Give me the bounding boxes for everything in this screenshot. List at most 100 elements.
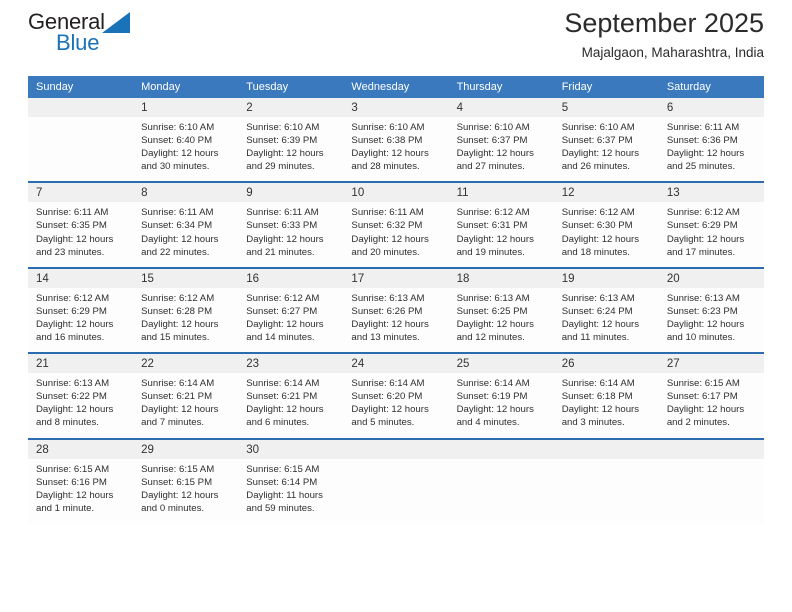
sunrise-text: Sunrise: 6:10 AM xyxy=(561,122,635,133)
daylight-text: Daylight: 12 hours and 30 minutes. xyxy=(141,148,219,173)
day-number: 12 xyxy=(553,183,659,203)
sunset-text: Sunset: 6:28 PM xyxy=(141,305,213,317)
sunrise-text: Sunrise: 6:13 AM xyxy=(561,292,635,304)
page-subtitle: Majalgaon, Maharashtra, India xyxy=(581,45,764,60)
calendar-day-cell[interactable]: 10 Sunrise: 6:11 AM Sunset: 6:32 PM Dayligh… xyxy=(343,181,449,268)
daylight-text: Daylight: 12 hours and 1 minute. xyxy=(36,489,114,514)
title-block: September 2025 Majalgaon, Maharashtra, I… xyxy=(564,6,764,64)
sunrise-text: Sunrise: 6:13 AM xyxy=(351,292,425,304)
sunset-text: Sunset: 6:25 PM xyxy=(456,305,528,317)
day-details: Sunrise: 6:13 AM Sunset: 6:24 PM Daylight:… xyxy=(554,288,659,352)
calendar-day-cell[interactable]: 29 Sunrise: 6:15 AM Sunset: 6:15 PM Dayligh… xyxy=(133,437,239,523)
daylight-text: Daylight: 12 hours and 23 minutes. xyxy=(36,233,114,258)
calendar-week-row: 28 Sunrise: 6:15 AM Sunset: 6:16 PM Dayligh… xyxy=(28,437,764,523)
calendar-day-cell[interactable]: 13 Sunrise: 6:12 AM Sunset: 6:29 PM Dayligh… xyxy=(658,181,764,268)
daylight-text: Daylight: 12 hours and 28 minutes. xyxy=(351,148,429,173)
calendar-body: 1 Sunrise: 6:10 AM Sunset: 6:40 PM Daylight… xyxy=(28,98,764,523)
day-number: 5 xyxy=(553,98,659,117)
sunset-text: Sunset: 6:38 PM xyxy=(351,135,423,147)
calendar-day-cell[interactable]: 26 Sunrise: 6:14 AM Sunset: 6:18 PM Dayligh… xyxy=(553,352,659,439)
calendar-day-cell[interactable]: 17 Sunrise: 6:13 AM Sunset: 6:26 PM Dayligh… xyxy=(343,266,449,354)
sunrise-text: Sunrise: 6:14 AM xyxy=(246,378,320,390)
calendar-day-cell[interactable]: 21 Sunrise: 6:13 AM Sunset: 6:22 PM Dayligh… xyxy=(28,352,134,439)
calendar-day-cell[interactable]: 8 Sunrise: 6:11 AM Sunset: 6:34 PM Daylight… xyxy=(133,181,239,268)
day-details: Sunrise: 6:14 AM Sunset: 6:20 PM Daylight:… xyxy=(343,373,448,437)
day-number: 6 xyxy=(658,98,764,117)
day-number: 25 xyxy=(448,354,554,374)
day-details: Sunrise: 6:14 AM Sunset: 6:21 PM Daylight:… xyxy=(238,373,343,437)
calendar-day-cell[interactable]: 14 Sunrise: 6:12 AM Sunset: 6:29 PM Dayligh… xyxy=(28,266,134,354)
daylight-text: Daylight: 12 hours and 27 minutes. xyxy=(456,148,534,173)
calendar-day-cell[interactable]: 18 Sunrise: 6:13 AM Sunset: 6:25 PM Dayligh… xyxy=(448,266,554,354)
calendar-day-cell[interactable]: 6 Sunrise: 6:11 AM Sunset: 6:36 PM Daylight… xyxy=(658,98,764,183)
calendar-day-cell[interactable]: 12 Sunrise: 6:12 AM Sunset: 6:30 PM Dayligh… xyxy=(553,181,659,268)
calendar-day-cell[interactable]: 23 Sunrise: 6:14 AM Sunset: 6:21 PM Dayligh… xyxy=(238,352,344,439)
calendar-day-cell[interactable]: 22 Sunrise: 6:14 AM Sunset: 6:21 PM Dayligh… xyxy=(133,352,239,439)
day-number xyxy=(343,439,449,459)
day-details: Sunrise: 6:10 AM Sunset: 6:37 PM Daylight:… xyxy=(554,117,659,181)
calendar-day-cell[interactable]: 15 Sunrise: 6:12 AM Sunset: 6:28 PM Dayligh… xyxy=(133,266,239,354)
weekday-header-wednesday: Wednesday xyxy=(343,76,449,98)
day-details: Sunrise: 6:14 AM Sunset: 6:21 PM Daylight:… xyxy=(133,373,238,437)
day-number: 26 xyxy=(553,354,659,374)
day-details: Sunrise: 6:13 AM Sunset: 6:23 PM Daylight:… xyxy=(659,288,764,352)
calendar-header-row: Sunday Monday Tuesday Wednesday Thursday… xyxy=(28,76,764,98)
daylight-text: Daylight: 12 hours and 13 minutes. xyxy=(351,318,429,344)
sunset-text: Sunset: 6:39 PM xyxy=(246,135,318,147)
weekday-header-saturday: Saturday xyxy=(658,76,764,98)
calendar-day-cell[interactable]: 30 Sunrise: 6:15 AM Sunset: 6:14 PM Dayligh… xyxy=(238,437,344,523)
day-details: Sunrise: 6:12 AM Sunset: 6:29 PM Daylight:… xyxy=(28,288,133,352)
calendar-day-cell[interactable]: 28 Sunrise: 6:15 AM Sunset: 6:16 PM Dayligh… xyxy=(28,437,134,523)
sunset-text: Sunset: 6:40 PM xyxy=(141,135,213,147)
day-details: Sunrise: 6:15 AM Sunset: 6:15 PM Daylight:… xyxy=(133,459,238,523)
daylight-text: Daylight: 12 hours and 6 minutes. xyxy=(246,404,324,429)
day-details: Sunrise: 6:13 AM Sunset: 6:22 PM Daylight:… xyxy=(28,373,133,437)
day-details: Sunrise: 6:15 AM Sunset: 6:14 PM Daylight:… xyxy=(238,459,343,523)
day-number: 22 xyxy=(133,354,239,374)
daylight-text: Daylight: 11 hours and 59 minutes. xyxy=(246,489,323,514)
day-details: Sunrise: 6:10 AM Sunset: 6:40 PM Daylight:… xyxy=(133,117,238,181)
calendar-day-cell[interactable]: 5 Sunrise: 6:10 AM Sunset: 6:37 PM Daylight… xyxy=(553,98,659,183)
sunrise-text: Sunrise: 6:11 AM xyxy=(351,207,424,219)
sunset-text: Sunset: 6:37 PM xyxy=(456,135,528,147)
sunrise-text: Sunrise: 6:12 AM xyxy=(141,292,215,304)
calendar-week-row: 7 Sunrise: 6:11 AM Sunset: 6:35 PM Daylight… xyxy=(28,181,764,268)
day-number: 7 xyxy=(28,183,134,203)
sunset-text: Sunset: 6:29 PM xyxy=(666,220,738,232)
calendar-day-cell[interactable]: 25 Sunrise: 6:14 AM Sunset: 6:19 PM Dayligh… xyxy=(448,352,554,439)
sunset-text: Sunset: 6:34 PM xyxy=(141,220,213,232)
sunrise-text: Sunrise: 6:10 AM xyxy=(141,122,215,133)
daylight-text: Daylight: 12 hours and 29 minutes. xyxy=(246,148,324,173)
sunrise-text: Sunrise: 6:14 AM xyxy=(561,378,635,390)
calendar-day-cell[interactable]: 19 Sunrise: 6:13 AM Sunset: 6:24 PM Dayligh… xyxy=(553,266,659,354)
calendar-day-cell[interactable]: 20 Sunrise: 6:13 AM Sunset: 6:23 PM Dayligh… xyxy=(658,266,764,354)
daylight-text: Daylight: 12 hours and 19 minutes. xyxy=(456,233,534,258)
day-number: 20 xyxy=(658,268,764,288)
calendar-day-cell[interactable]: 27 Sunrise: 6:15 AM Sunset: 6:17 PM Dayligh… xyxy=(658,352,764,439)
sunset-text: Sunset: 6:17 PM xyxy=(666,391,738,403)
sunrise-text: Sunrise: 6:11 AM xyxy=(246,207,319,219)
calendar-day-cell[interactable]: 4 Sunrise: 6:10 AM Sunset: 6:37 PM Daylight… xyxy=(448,98,554,183)
sunset-text: Sunset: 6:22 PM xyxy=(36,391,107,403)
sunrise-text: Sunrise: 6:10 AM xyxy=(246,122,320,133)
day-number: 21 xyxy=(28,354,134,374)
day-number xyxy=(448,439,554,459)
day-details: Sunrise: 6:11 AM Sunset: 6:32 PM Daylight:… xyxy=(343,202,448,266)
calendar-day-cell[interactable]: 9 Sunrise: 6:11 AM Sunset: 6:33 PM Daylight… xyxy=(238,181,344,268)
calendar-day-cell[interactable]: 1 Sunrise: 6:10 AM Sunset: 6:40 PM Daylight… xyxy=(133,98,239,183)
daylight-text: Daylight: 12 hours and 25 minutes. xyxy=(666,148,745,173)
calendar-day-cell[interactable]: 2 Sunrise: 6:10 AM Sunset: 6:39 PM Daylight… xyxy=(238,98,344,183)
calendar-day-cell[interactable]: 3 Sunrise: 6:10 AM Sunset: 6:38 PM Daylight… xyxy=(343,98,449,183)
day-number: 17 xyxy=(343,268,449,288)
general-blue-logo[interactable]: General Blue xyxy=(28,10,148,58)
calendar-day-cell[interactable]: 16 Sunrise: 6:12 AM Sunset: 6:27 PM Dayligh… xyxy=(238,266,344,354)
day-details: Sunrise: 6:10 AM Sunset: 6:37 PM Daylight:… xyxy=(449,117,554,181)
calendar-day-cell[interactable]: 11 Sunrise: 6:12 AM Sunset: 6:31 PM Dayligh… xyxy=(448,181,554,268)
calendar-day-cell[interactable]: 24 Sunrise: 6:14 AM Sunset: 6:20 PM Dayligh… xyxy=(343,352,449,439)
day-details: Sunrise: 6:11 AM Sunset: 6:36 PM Daylight:… xyxy=(659,117,764,181)
day-details: Sunrise: 6:11 AM Sunset: 6:34 PM Daylight:… xyxy=(133,202,238,266)
daylight-text: Daylight: 12 hours and 10 minutes. xyxy=(666,318,745,344)
sunset-text: Sunset: 6:21 PM xyxy=(246,391,318,403)
daylight-text: Daylight: 12 hours and 5 minutes. xyxy=(351,404,429,429)
calendar-day-cell[interactable]: 7 Sunrise: 6:11 AM Sunset: 6:35 PM Daylight… xyxy=(28,181,134,268)
